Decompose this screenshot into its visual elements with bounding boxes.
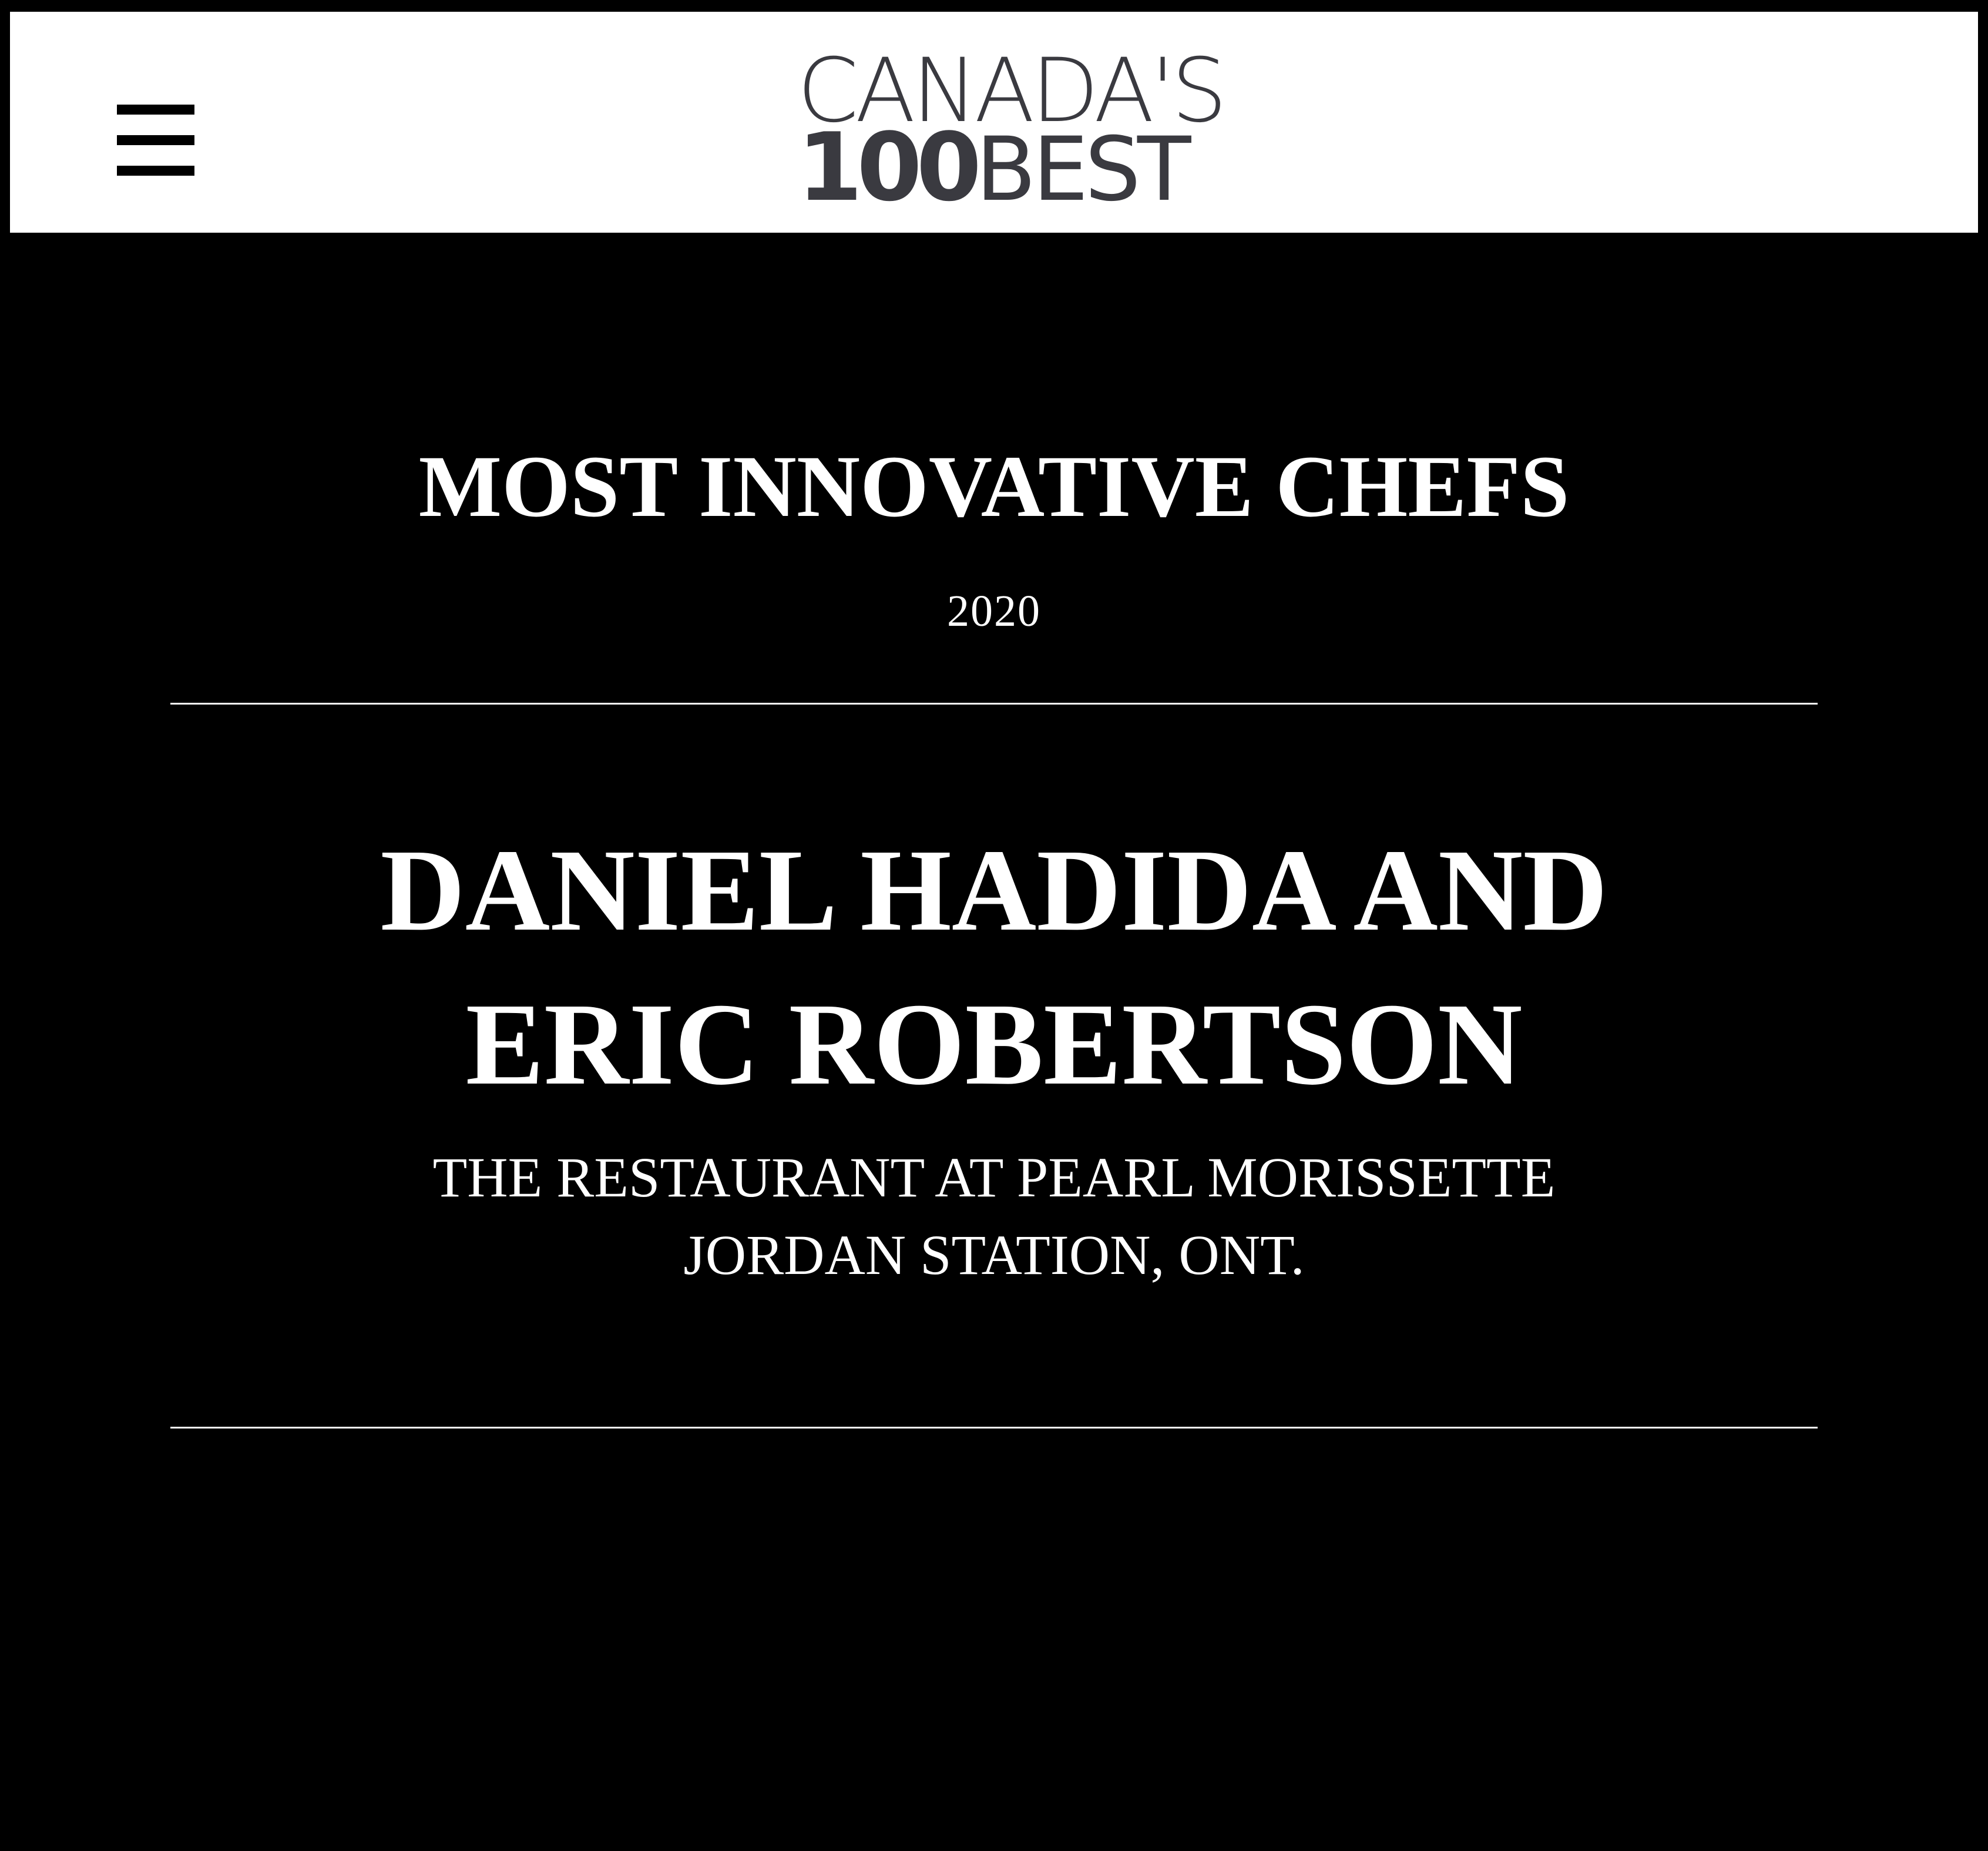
restaurant-location: JORDAN STATION, ONT. bbox=[683, 1223, 1305, 1286]
logo-number: 100 bbox=[797, 112, 982, 222]
site-logo[interactable]: CANADA'S 100BEST bbox=[797, 47, 1227, 223]
bottom-divider bbox=[170, 1427, 1818, 1429]
menu-bar-middle bbox=[117, 135, 194, 145]
logo-word: BEST bbox=[975, 119, 1191, 221]
winner-restaurant-info: THE RESTAURANT AT PEARL MORISSETTE JORDA… bbox=[0, 1139, 1988, 1294]
award-year: 2020 bbox=[947, 586, 1041, 636]
restaurant-name: THE RESTAURANT AT PEARL MORISSETTE bbox=[432, 1146, 1556, 1209]
hamburger-menu-icon[interactable] bbox=[116, 100, 196, 182]
winner-name: DANIEL HADIDA AND ERIC ROBERTSON bbox=[0, 814, 1988, 1122]
winner-name-line-1: DANIEL HADIDA AND bbox=[380, 826, 1608, 955]
award-category-title: MOST INNOVATIVE CHEFS bbox=[418, 438, 1570, 535]
site-header: CANADA'S 100BEST bbox=[10, 12, 1978, 233]
logo-line-100best: 100BEST bbox=[797, 120, 1191, 241]
menu-bar-top bbox=[117, 105, 194, 115]
winner-name-line-2: ERIC ROBERTSON bbox=[465, 980, 1523, 1109]
top-divider bbox=[170, 703, 1818, 705]
menu-bar-bottom bbox=[117, 166, 194, 176]
